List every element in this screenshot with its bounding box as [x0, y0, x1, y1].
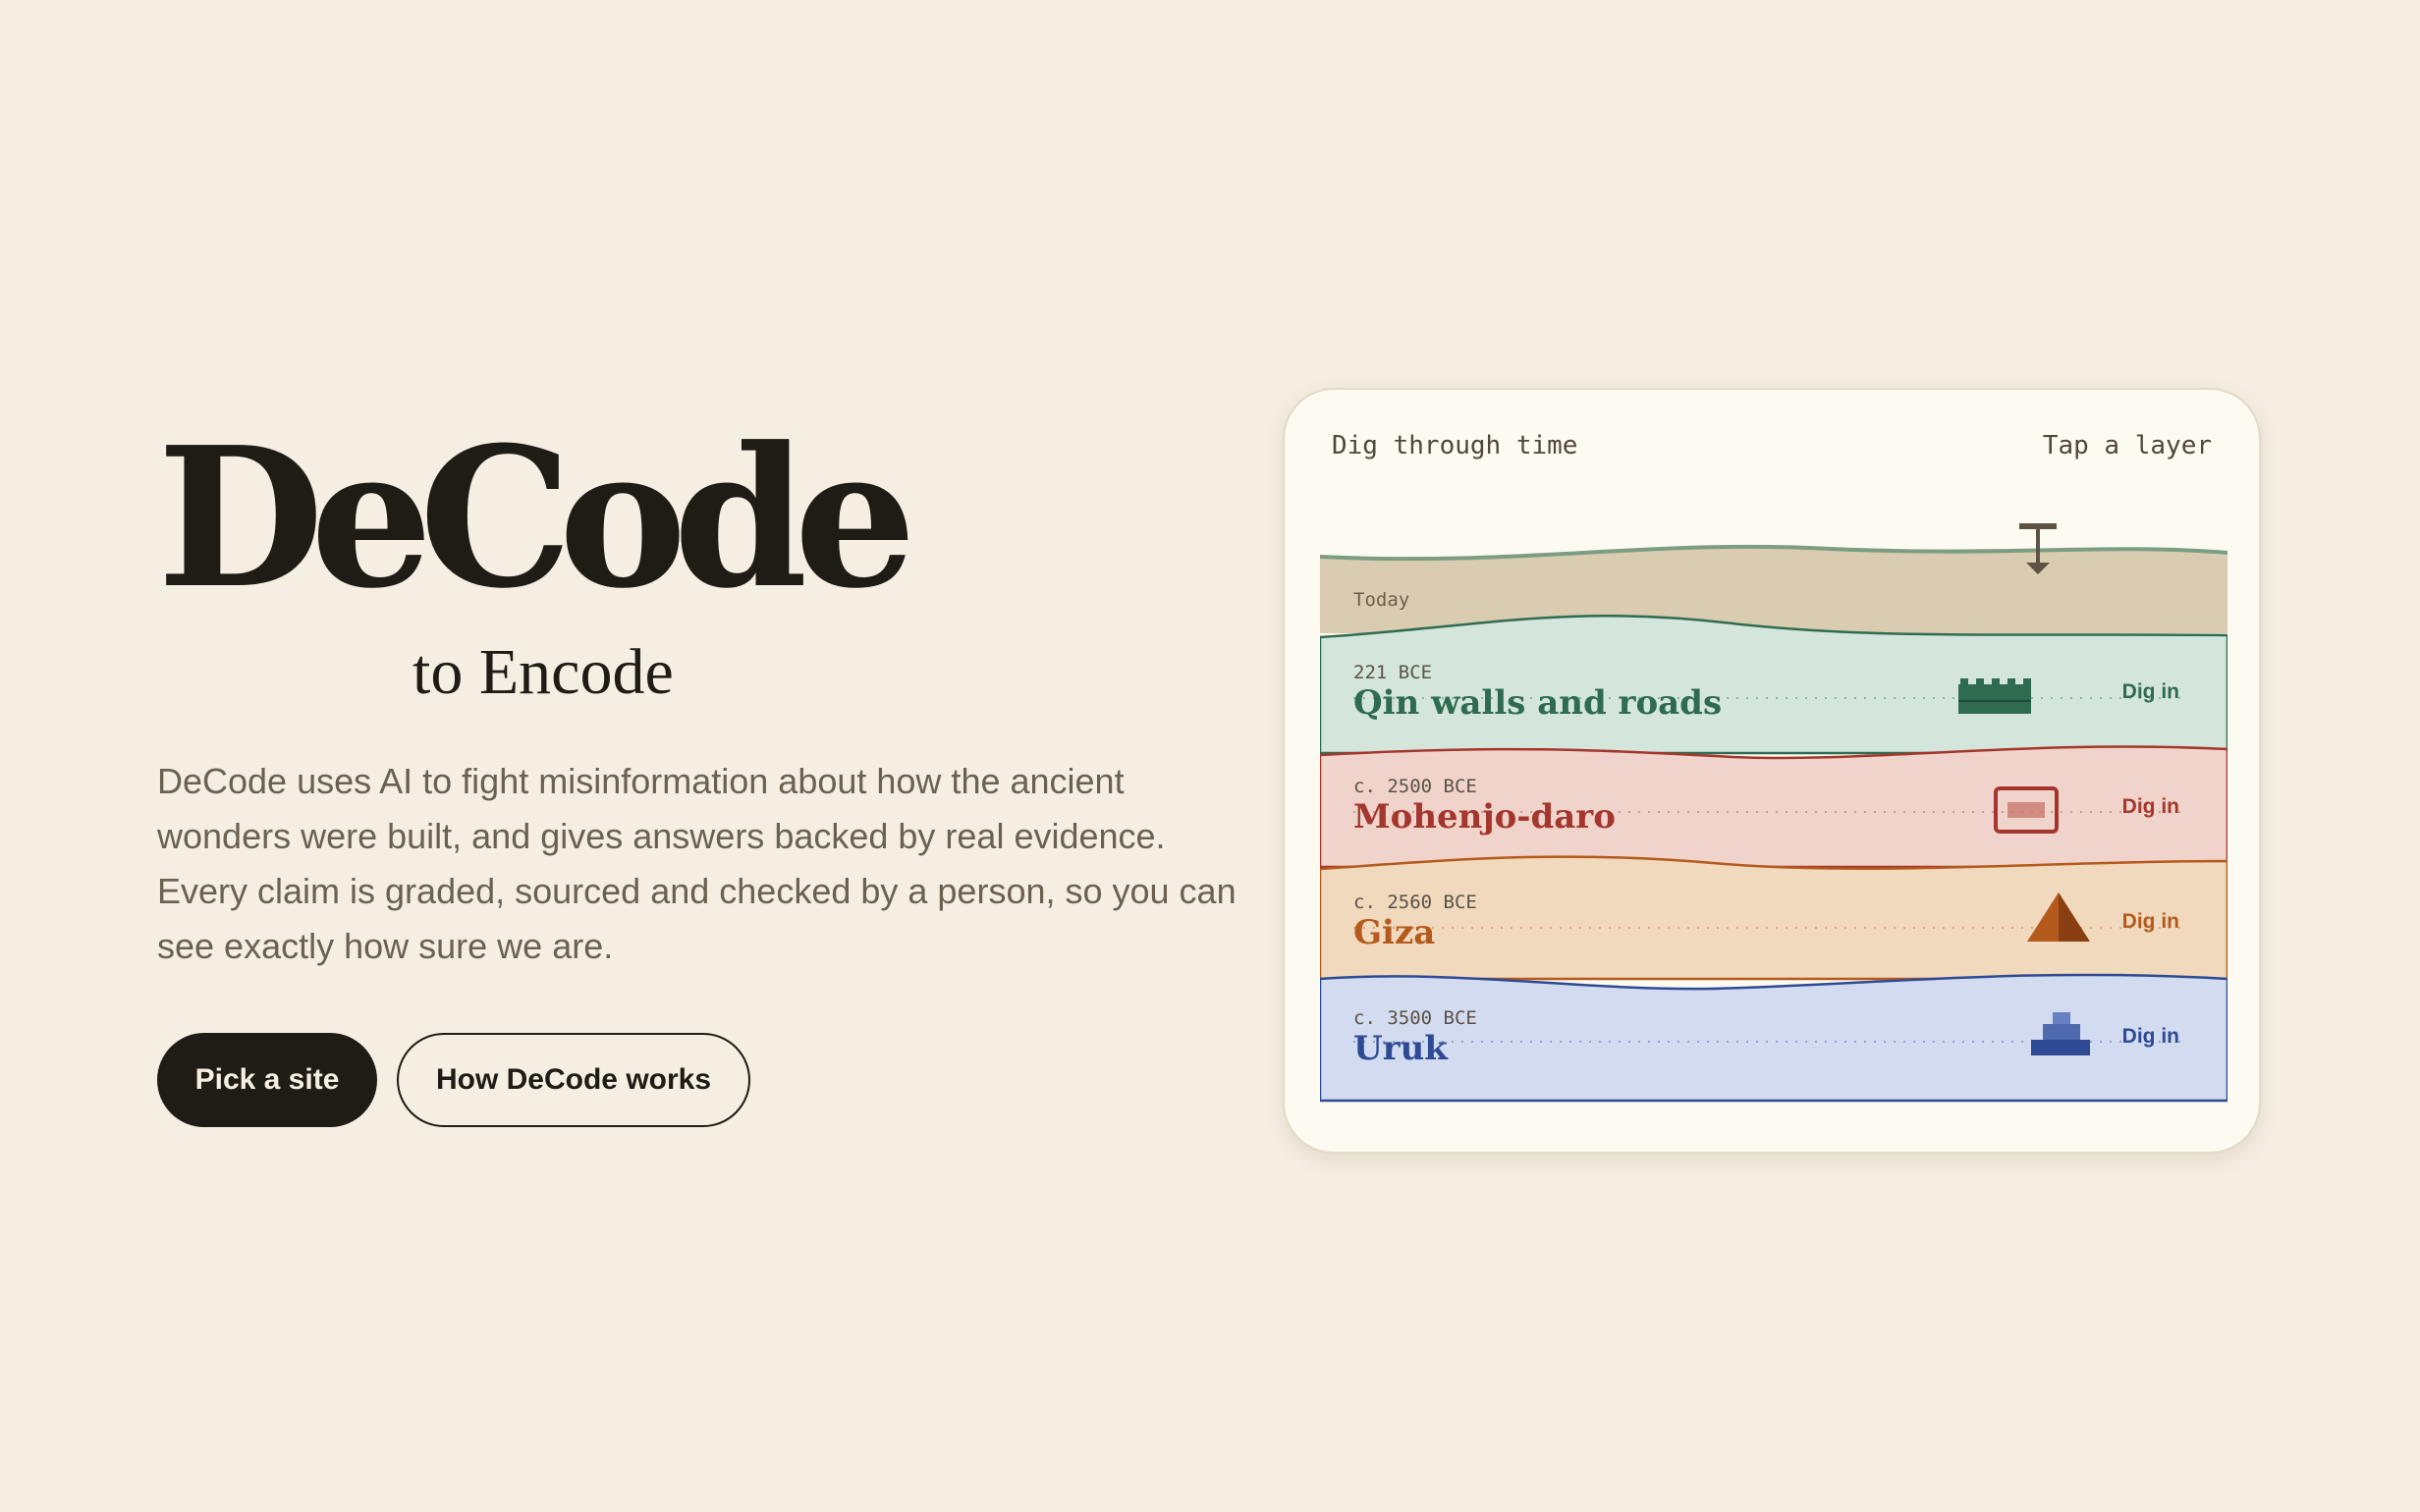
brand-subtitle: to Encode [412, 636, 674, 708]
pick-site-button[interactable]: Pick a site [157, 1033, 377, 1127]
layer-date: c. 3500 BCE [1353, 1007, 1477, 1029]
strata-diagram: Today 221 BCE Qin walls and roads Dig in [1320, 523, 2228, 1103]
brand-title: DeCode [157, 405, 916, 631]
layer-date: 221 BCE [1353, 662, 1432, 683]
dig-in-link[interactable]: Dig in [2122, 1025, 2179, 1048]
layer-date: c. 2560 BCE [1353, 891, 1477, 913]
dig-in-link[interactable]: Dig in [2122, 910, 2179, 933]
hero: DeCode to Encode DeCode uses AI to fight… [157, 405, 1237, 1127]
layer-date: c. 2500 BCE [1353, 776, 1477, 797]
cta-row: Pick a site How DeCode works [157, 1033, 750, 1127]
layer-name: Uruk [1353, 1029, 1449, 1068]
how-it-works-button[interactable]: How DeCode works [397, 1033, 750, 1127]
layer-name: Giza [1353, 913, 1435, 952]
strata-card: Dig through time Tap a layer Today 221 B… [1283, 388, 2261, 1154]
layer-qin[interactable]: 221 BCE Qin walls and roads Dig in [1320, 615, 2228, 755]
card-hint: Tap a layer [2042, 431, 2212, 460]
card-title: Dig through time [1332, 431, 1578, 460]
dig-in-link[interactable]: Dig in [2122, 795, 2179, 818]
layer-mohenjo-daro[interactable]: c. 2500 BCE Mohenjo-daro Dig in [1320, 745, 2228, 869]
hero-description: DeCode uses AI to fight misinformation a… [157, 761, 1237, 966]
today-label: Today [1353, 589, 1409, 611]
layer-name: Mohenjo-daro [1353, 797, 1616, 837]
layer-name: Qin walls and roads [1353, 683, 1722, 723]
layer-giza[interactable]: c. 2560 BCE Giza Dig in [1320, 855, 2228, 981]
layer-uruk[interactable]: c. 3500 BCE Uruk Dig in [1320, 973, 2228, 1103]
dig-in-link[interactable]: Dig in [2122, 680, 2179, 703]
